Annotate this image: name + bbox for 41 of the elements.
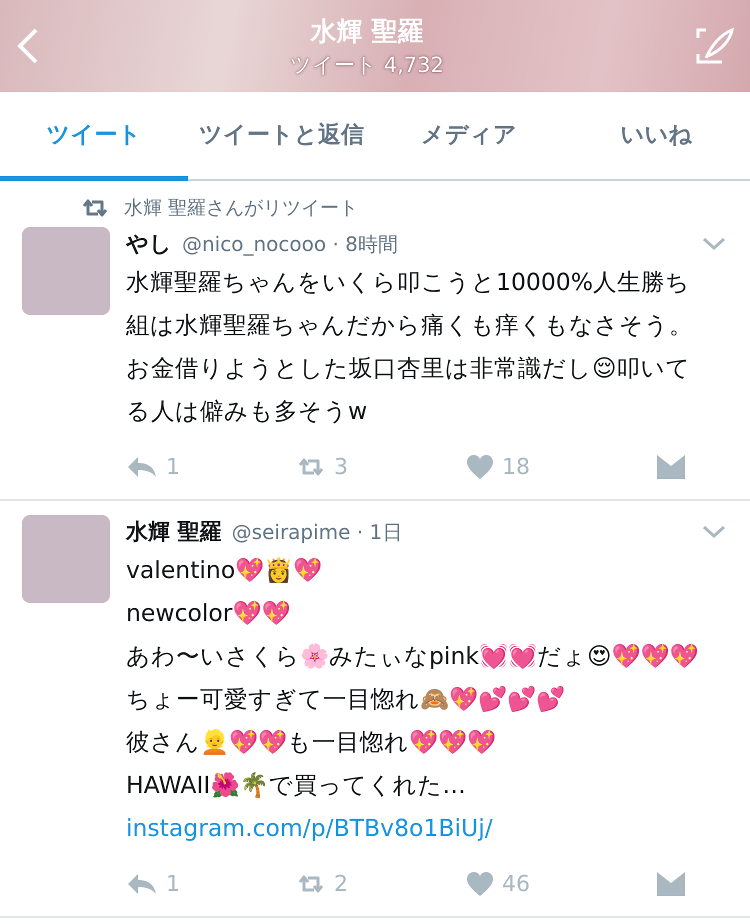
- instagram-link[interactable]: instagram.com/p/BTBv8o1BiUj/: [126, 807, 493, 850]
- reply-icon: [126, 872, 158, 896]
- heart-icon: [466, 454, 494, 480]
- tweet-text: ちょー可愛すぎて一目惚れ🙈💖💕💕💕: [126, 684, 566, 715]
- tweet-text: 彼さん👱💖💖も一目惚れ💖💖💖: [126, 727, 497, 758]
- tweet-text: あわ〜いさくら🌸みたぃなpink💓💓だょ😍💖💖💖: [126, 641, 700, 672]
- reply-icon: [126, 455, 158, 479]
- profile-tab[interactable]: いいね: [562, 92, 750, 181]
- heart-icon: [466, 871, 494, 897]
- message-button[interactable]: [656, 454, 686, 480]
- like-button[interactable]: 46: [466, 871, 636, 897]
- profile-tab[interactable]: メディア: [375, 92, 562, 181]
- retweet-button[interactable]: 3: [296, 454, 466, 480]
- avatar-photo-placeholder[interactable]: [22, 227, 110, 315]
- envelope-icon: [656, 454, 686, 480]
- tweet-text: newcolor💖💖: [126, 598, 292, 629]
- retweet-icon: [80, 198, 110, 218]
- handle-and-time: @seirapime · 1日: [232, 518, 402, 546]
- profile-name: 水輝 聖羅: [310, 16, 424, 48]
- tweet-text: 水輝聖羅ちゃんをいくら叩こうと10000%人生勝ち組は水輝聖羅ちゃんだから痛くも痒くもなさそう。お金借りようとした坂口杏里は非常識だし😌叩いてる人は僻みも多そうw: [126, 267, 694, 427]
- compose-button[interactable]: [694, 26, 736, 66]
- user-name: 水輝 聖羅: [126, 519, 222, 547]
- retweet-icon: [296, 874, 326, 894]
- tweet-count: ツイート 4,732: [290, 52, 444, 78]
- like-button[interactable]: 18: [466, 454, 636, 480]
- message-button[interactable]: [656, 871, 686, 897]
- avatar-photo-placeholder[interactable]: [22, 515, 110, 603]
- chevron-down-icon[interactable]: [702, 525, 726, 539]
- reply-button[interactable]: 1: [126, 872, 296, 896]
- profile-tab[interactable]: ツイート: [0, 92, 188, 181]
- retweet-notice: 水輝 聖羅さんがリツイート: [124, 196, 358, 221]
- tweet-text: HAWAII🌺🌴で買ってくれた… instagram.com/p/BTBv8o1BiUj/: [126, 764, 726, 850]
- reply-button[interactable]: 1: [126, 454, 296, 480]
- profile-tab[interactable]: ツイートと返信: [188, 92, 375, 181]
- retweet-button[interactable]: 2: [296, 872, 466, 896]
- user-name: やし: [126, 231, 172, 259]
- retweet-icon: [296, 457, 326, 477]
- handle-and-time: @nico_nocooo · 8時間: [182, 230, 398, 258]
- chevron-down-icon[interactable]: [702, 237, 726, 251]
- envelope-icon: [656, 871, 686, 897]
- tweet-text: valentino💖👸💖: [126, 555, 324, 586]
